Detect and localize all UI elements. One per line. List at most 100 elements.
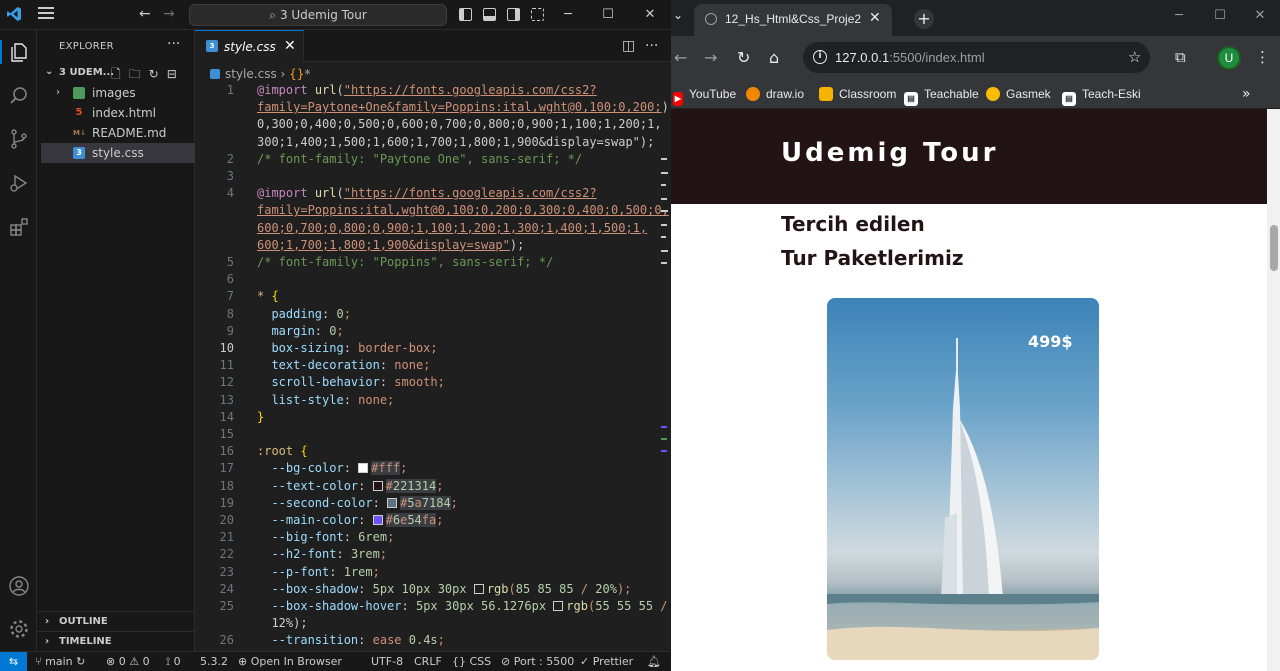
ports-status[interactable]: ⟟ 0	[166, 652, 181, 671]
language-status[interactable]: {} CSS	[452, 652, 491, 671]
home-icon[interactable]: ⌂	[769, 48, 779, 67]
code-line[interactable]: 23 --p-font: 1rem;	[195, 564, 661, 581]
code-line[interactable]: family=Paytone+One&family=Poppins:ital,w…	[195, 99, 671, 116]
code-line[interactable]: 24 --box-shadow: 5px 10px 30px rgb(85 85…	[195, 581, 661, 598]
new-folder-icon[interactable]: 🗀	[129, 67, 149, 81]
bookmark-classroom[interactable]: Classroom	[819, 85, 896, 103]
toggle-secondary-sidebar-icon[interactable]	[507, 8, 520, 21]
more-actions-icon[interactable]: ···	[167, 36, 180, 52]
tree-item-style-css[interactable]: 3 style.css	[41, 143, 195, 163]
breadcrumb-symbol[interactable]: *	[304, 67, 310, 81]
breadcrumb-file[interactable]: style.css	[225, 67, 277, 81]
source-control-icon[interactable]	[8, 128, 30, 150]
reload-icon[interactable]: ↻	[737, 48, 750, 67]
code-line[interactable]: 2 /* font-family: "Paytone One", sans-ser…	[195, 151, 661, 168]
code-line[interactable]: 19 --second-color: #5a7184;	[195, 495, 661, 512]
search-sidebar-icon[interactable]	[8, 85, 30, 107]
code-line[interactable]: 4 @import url("https://fonts.googleapis.c…	[195, 185, 661, 202]
code-line[interactable]: 12 scroll-behavior: smooth;	[195, 374, 661, 391]
open-in-browser-status[interactable]: ⊕ Open In Browser	[238, 652, 342, 671]
code-line[interactable]: 14}	[195, 409, 661, 426]
code-line[interactable]: 17 --bg-color: #fff;	[195, 460, 661, 477]
tree-item-index-html[interactable]: 5 index.html	[41, 103, 195, 123]
forward-arrow-icon[interactable]: →	[163, 6, 175, 22]
bookmark-drawio[interactable]: draw.io	[746, 85, 804, 103]
tree-item-images[interactable]: › images	[41, 83, 195, 103]
encoding-status[interactable]: UTF-8	[371, 652, 403, 671]
scrollbar-thumb[interactable]	[1270, 225, 1278, 271]
remote-indicator-icon[interactable]: ⇆	[0, 652, 27, 671]
code-line[interactable]: 8 padding: 0;	[195, 306, 661, 323]
site-info-icon[interactable]: i	[813, 50, 827, 64]
tab-search-icon[interactable]: ⌄	[673, 8, 687, 26]
bookmark-gasmek[interactable]: Gasmek	[986, 85, 1051, 103]
tab-style-css[interactable]: 3 style.css ✕	[195, 30, 304, 62]
version-status[interactable]: 5.3.2	[200, 652, 228, 671]
explorer-icon[interactable]	[8, 41, 30, 63]
minimize-icon[interactable]: ─	[553, 4, 583, 26]
customize-layout-icon[interactable]	[531, 8, 544, 21]
code-line[interactable]: 6	[195, 271, 661, 288]
page-scrollbar[interactable]	[1267, 109, 1280, 671]
code-line[interactable]: 3	[195, 168, 661, 185]
outline-section[interactable]: › OUTLINE	[37, 611, 195, 631]
collapse-all-icon[interactable]: ⊟	[167, 67, 185, 81]
address-bar[interactable]: i 127.0.0.1:5500/index.html ☆	[803, 42, 1150, 73]
code-line[interactable]: 600;1,700;1,800;1,900&display=swap");	[195, 237, 661, 254]
prettier-status[interactable]: ✓ Prettier	[580, 652, 633, 671]
bookmark-star-icon[interactable]: ☆	[1128, 48, 1141, 66]
run-debug-icon[interactable]	[8, 172, 30, 194]
minimap[interactable]	[661, 158, 671, 458]
code-editor[interactable]: 1 @import url("https://fonts.googleapis.c…	[195, 82, 671, 651]
code-line[interactable]: family=Poppins:ital,wght@0,100;0,200;0,3…	[195, 202, 669, 219]
code-line[interactable]: 9 margin: 0;	[195, 323, 661, 340]
notifications-bell-icon[interactable]: 🔔︎	[647, 652, 661, 671]
bookmark-teach-eski[interactable]: ▤ Teach-Eski	[1062, 85, 1141, 106]
code-line[interactable]: 600;0,700;0,800;0,900;1,100;1,200;1,300;…	[195, 220, 661, 237]
code-line[interactable]: 1 @import url("https://fonts.googleapis.c…	[195, 82, 661, 99]
code-line[interactable]: 15	[195, 426, 661, 443]
code-line[interactable]: 10 box-sizing: border-box;	[195, 340, 661, 357]
branch-status[interactable]: ⑂ main ↻	[35, 652, 85, 671]
back-arrow-icon[interactable]: ←	[674, 48, 687, 67]
close-window-icon[interactable]: ✕	[635, 4, 665, 26]
settings-gear-icon[interactable]	[8, 618, 30, 640]
bookmarks-overflow-icon[interactable]: »	[1242, 86, 1251, 102]
code-line[interactable]: 26 --transition: ease 0.4s;	[195, 632, 661, 649]
code-line[interactable]: 16:root {	[195, 443, 661, 460]
command-center-search[interactable]: ⌕ 3 Udemig Tour	[189, 4, 447, 26]
maximize-icon[interactable]: ☐	[1205, 8, 1235, 23]
code-line[interactable]: 12%);	[195, 615, 661, 632]
problems-status[interactable]: ⊗ 0 ⚠ 0	[106, 652, 150, 671]
browser-tab[interactable]: 12_Hs_Html&Css_Proje2 ✕	[694, 4, 892, 36]
close-window-icon[interactable]: ✕	[1245, 8, 1275, 23]
bookmark-teachable[interactable]: ▤ Teachable	[904, 85, 979, 106]
new-tab-plus-icon[interactable]: +	[914, 9, 934, 29]
tour-package-card[interactable]: 499$	[827, 298, 1099, 660]
close-tab-icon[interactable]: ✕	[869, 10, 881, 26]
toggle-panel-icon[interactable]	[483, 8, 496, 21]
editor-more-icon[interactable]: ···	[645, 38, 658, 54]
code-line[interactable]: 25 --box-shadow-hover: 5px 30px 56.1276p…	[195, 598, 668, 615]
toggle-primary-sidebar-icon[interactable]	[459, 8, 472, 21]
live-server-port-status[interactable]: ⊘ Port : 5500	[501, 652, 574, 671]
workspace-folder[interactable]: ⌄ 3 UDEM... 🗋🗀↻⊟	[37, 63, 195, 83]
refresh-icon[interactable]: ↻	[149, 67, 167, 81]
extensions-icon[interactable]	[8, 216, 30, 238]
back-arrow-icon[interactable]: ←	[139, 6, 151, 22]
extensions-puzzle-icon[interactable]: ⧉	[1175, 48, 1186, 66]
code-line[interactable]: 18 --text-color: #221314;	[195, 478, 661, 495]
forward-arrow-icon[interactable]: →	[704, 48, 717, 67]
code-line[interactable]: 13 list-style: none;	[195, 392, 661, 409]
minimize-icon[interactable]: ─	[1164, 8, 1194, 23]
code-line[interactable]: 5 /* font-family: "Poppins", sans-serif; …	[195, 254, 661, 271]
code-line[interactable]: 0,300;0,400;0,500;0,600;0,700;0,800;0,90…	[195, 116, 662, 133]
bookmark-youtube[interactable]: ▶ YouTube	[673, 85, 736, 106]
hamburger-menu-icon[interactable]	[38, 7, 54, 21]
new-file-icon[interactable]: 🗋	[111, 67, 129, 81]
code-line[interactable]: 21 --big-font: 6rem;	[195, 529, 661, 546]
code-line[interactable]: 22 --h2-font: 3rem;	[195, 546, 661, 563]
code-line[interactable]: 20 --main-color: #6e54fa;	[195, 512, 661, 529]
tree-item-readme[interactable]: M↓ README.md	[41, 123, 195, 143]
maximize-icon[interactable]: ☐	[593, 4, 623, 26]
